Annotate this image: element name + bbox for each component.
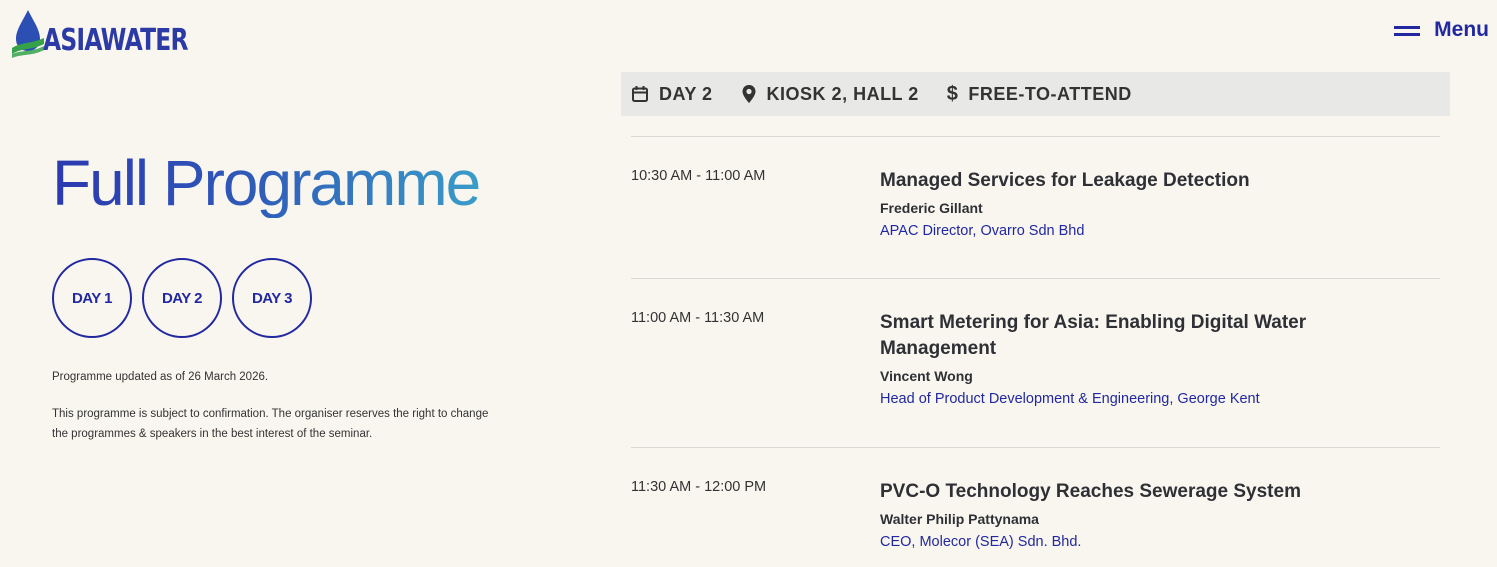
day-1-button[interactable]: DAY 1 [52,258,132,338]
session-item: 10:30 AM - 11:00 AM Managed Services for… [631,136,1440,278]
session-time: 10:30 AM - 11:00 AM [631,168,766,184]
info-day-label: DAY 2 [659,83,713,104]
session-info-bar: DAY 2 KIOSK 2, HALL 2 $ FREE-TO-ATTEND [621,72,1450,116]
programme-updated-note: Programme updated as of 26 March 2026. [52,371,269,383]
session-speaker: Frederic Gillant [880,200,983,216]
day-2-button[interactable]: DAY 2 [142,258,222,338]
hamburger-icon [1394,24,1421,36]
session-speaker-role[interactable]: CEO, Molecor (SEA) Sdn. Bhd. [880,534,1380,550]
day-selector: DAY 1 DAY 2 DAY 3 [52,258,312,338]
session-list: 10:30 AM - 11:00 AM Managed Services for… [631,136,1440,567]
session-speaker-role[interactable]: APAC Director, Ovarro Sdn Bhd [880,223,1380,239]
info-price: $ FREE-TO-ATTEND [947,83,1132,106]
menu-button[interactable]: Menu [1394,18,1489,42]
dollar-icon: $ [946,82,959,105]
session-time: 11:30 AM - 12:00 PM [631,479,767,495]
session-topic: Smart Metering for Asia: Enabling Digita… [880,312,1307,359]
location-pin-icon [741,84,757,104]
calendar-icon [631,85,649,103]
logo-text: ASIAWATER [43,23,189,58]
session-item: 11:30 AM - 12:00 PM PVC-O Technology Rea… [631,447,1440,567]
session-topic: PVC-O Technology Reaches Sewerage System [880,481,1301,502]
session-time: 11:00 AM - 11:30 AM [631,310,765,326]
page-title: Full Programme [52,147,481,219]
info-price-label: FREE-TO-ATTEND [968,83,1132,104]
info-day: DAY 2 [631,84,713,105]
session-speaker: Vincent Wong [880,368,973,384]
menu-label: Menu [1434,18,1489,41]
session-speaker: Walter Philip Pattynama [880,511,1039,527]
info-location: KIOSK 2, HALL 2 [741,84,919,105]
programme-disclaimer: This programme is subject to confirmatio… [52,408,489,440]
session-item: 11:00 AM - 11:30 AM Smart Metering for A… [631,278,1440,447]
water-drop-icon [12,10,44,58]
info-location-label: KIOSK 2, HALL 2 [766,83,919,104]
day-3-button[interactable]: DAY 3 [232,258,312,338]
asiawater-logo[interactable]: ASIAWATER [11,6,229,58]
session-topic: Managed Services for Leakage Detection [880,170,1250,191]
session-speaker-role[interactable]: Head of Product Development & Engineerin… [880,391,1380,407]
